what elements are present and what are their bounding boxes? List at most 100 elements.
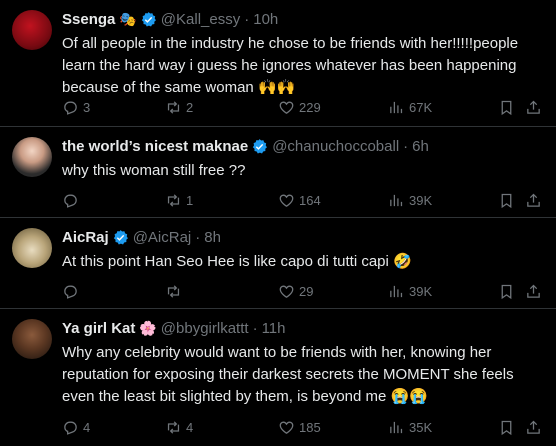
avatar[interactable]: [12, 319, 52, 359]
views-icon: [390, 101, 403, 114]
tweet-text: why this woman still free ??: [62, 162, 246, 179]
separator: ·: [195, 229, 201, 246]
reply-icon: [64, 194, 77, 208]
retweet-button[interactable]: [165, 283, 186, 300]
bookmark-icon: [501, 420, 512, 436]
retweet-icon: [167, 421, 180, 434]
view-count: 39K: [409, 193, 433, 208]
tweet[interactable]: the world’s nicest maknae @chanuchoccoba…: [0, 127, 556, 218]
name-emoji: 🎭: [119, 11, 137, 27]
reply-icon: [64, 101, 77, 115]
bookmark-icon: [501, 193, 512, 209]
like-count: 185: [299, 420, 321, 435]
tweet[interactable]: Ssenga 🎭 @Kall_essy · 10h Of all people …: [0, 0, 556, 127]
tweet-header: Ya girl Kat 🌸 @bbygirlkattt · 11h: [62, 320, 285, 337]
like-button[interactable]: 229: [278, 99, 321, 116]
display-name[interactable]: Ssenga: [62, 11, 115, 28]
retweet-icon: [167, 101, 180, 114]
retweet-count: 2: [186, 100, 194, 115]
reply-button[interactable]: 3: [62, 99, 90, 116]
share-button[interactable]: [525, 99, 542, 116]
handle[interactable]: @bbygirlkattt: [161, 320, 249, 337]
like-icon: [279, 421, 294, 434]
tweet[interactable]: AicRaj @AicRaj · 8h At this point Han Se…: [0, 218, 556, 309]
share-button[interactable]: [525, 192, 542, 209]
bookmark-button[interactable]: [498, 419, 515, 436]
timestamp[interactable]: 11h: [262, 320, 286, 337]
reply-icon: [64, 285, 77, 299]
timestamp[interactable]: 6h: [412, 138, 429, 155]
tweet-text: At this point Han Seo Hee is like capo d…: [62, 253, 412, 270]
share-button[interactable]: [525, 283, 542, 300]
like-button[interactable]: 185: [278, 419, 321, 436]
handle[interactable]: @Kall_essy: [161, 11, 240, 28]
share-icon: [527, 420, 540, 434]
views-icon: [390, 421, 403, 434]
bookmark-button[interactable]: [498, 99, 515, 116]
avatar[interactable]: [12, 10, 52, 50]
share-icon: [527, 193, 540, 207]
retweet-icon: [167, 285, 180, 298]
handle[interactable]: @chanuchoccoball: [272, 138, 399, 155]
action-bar: 4 4 185 35K: [52, 419, 546, 439]
like-count: 29: [299, 284, 314, 299]
display-name[interactable]: Ya girl Kat: [62, 320, 135, 337]
bookmark-icon: [501, 100, 512, 116]
tweet-header: the world’s nicest maknae @chanuchoccoba…: [62, 138, 429, 155]
views-icon: [390, 194, 403, 207]
views-icon: [390, 285, 403, 298]
verified-icon: [141, 12, 156, 27]
tweet-text: Of all people in the industry he chose t…: [62, 35, 519, 96]
verified-icon: [253, 139, 268, 154]
views-button[interactable]: 67K: [388, 99, 432, 116]
reply-icon: [64, 421, 77, 435]
handle[interactable]: @AicRaj: [133, 229, 192, 246]
verified-icon: [113, 230, 128, 245]
share-icon: [527, 100, 540, 114]
action-bar: 29 39K: [52, 283, 546, 303]
like-count: 229: [299, 100, 321, 115]
display-name[interactable]: AicRaj: [62, 229, 109, 246]
retweet-button[interactable]: 1: [165, 192, 193, 209]
bookmark-button[interactable]: [498, 283, 515, 300]
separator: ·: [244, 11, 250, 28]
retweet-count: 4: [186, 420, 194, 435]
avatar[interactable]: [12, 137, 52, 177]
bookmark-button[interactable]: [498, 192, 515, 209]
separator: ·: [403, 138, 409, 155]
share-icon: [527, 284, 540, 298]
retweet-button[interactable]: 2: [165, 99, 193, 116]
view-count: 67K: [409, 100, 433, 115]
like-button[interactable]: 29: [278, 283, 313, 300]
timestamp[interactable]: 8h: [204, 229, 221, 246]
separator: ·: [252, 320, 258, 337]
reply-button[interactable]: [62, 283, 83, 300]
reply-count: 3: [83, 100, 91, 115]
action-bar: 1 164 39K: [52, 192, 546, 212]
tweet-header: AicRaj @AicRaj · 8h: [62, 229, 221, 246]
views-button[interactable]: 39K: [388, 192, 432, 209]
like-icon: [279, 101, 294, 114]
reply-button[interactable]: [62, 192, 83, 209]
view-count: 39K: [409, 284, 433, 299]
tweet-header: Ssenga 🎭 @Kall_essy · 10h: [62, 11, 278, 28]
reply-count: 4: [83, 420, 91, 435]
retweet-count: 1: [186, 193, 194, 208]
tweet-text: Why any celebrity would want to be frien…: [62, 344, 514, 405]
like-icon: [279, 194, 294, 207]
tweet[interactable]: Ya girl Kat 🌸 @bbygirlkattt · 11h Why an…: [0, 309, 556, 446]
like-button[interactable]: 164: [278, 192, 321, 209]
retweet-button[interactable]: 4: [165, 419, 193, 436]
action-bar: 3 2 229 67K: [52, 99, 546, 119]
display-name[interactable]: the world’s nicest maknae: [62, 138, 248, 155]
retweet-icon: [167, 194, 180, 207]
share-button[interactable]: [525, 419, 542, 436]
timestamp[interactable]: 10h: [253, 11, 278, 28]
like-icon: [279, 285, 294, 298]
views-button[interactable]: 35K: [388, 419, 432, 436]
bookmark-icon: [501, 284, 512, 300]
views-button[interactable]: 39K: [388, 283, 432, 300]
reply-button[interactable]: 4: [62, 419, 90, 436]
avatar[interactable]: [12, 228, 52, 268]
view-count: 35K: [409, 420, 433, 435]
